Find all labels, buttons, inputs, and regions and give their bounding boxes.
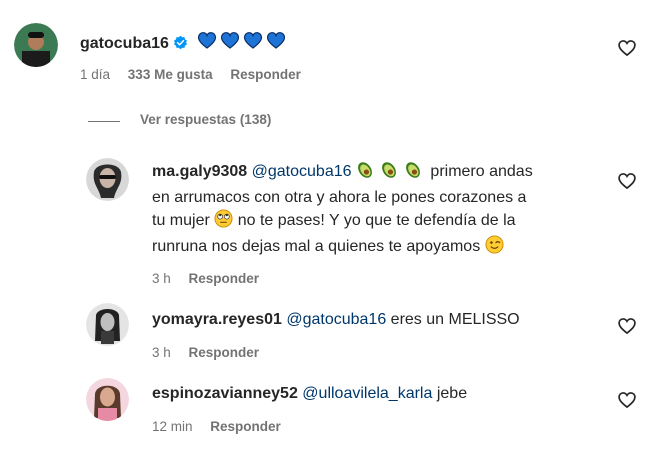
- main-comment-username[interactable]: gatocuba16: [80, 35, 169, 52]
- blue-heart-emoji: [197, 30, 287, 56]
- avatar-ma-galy9308[interactable]: [86, 158, 129, 201]
- avatar-gatocuba16[interactable]: [14, 23, 58, 67]
- reply-1-reply-button[interactable]: Responder: [189, 271, 260, 286]
- reply-1-content: ma.galy9308 @gatocuba16 primero andas en…: [152, 160, 622, 261]
- heart-outline-icon[interactable]: [617, 171, 637, 196]
- main-comment-reply-button[interactable]: Responder: [230, 67, 301, 82]
- heart-outline-icon[interactable]: [617, 316, 637, 341]
- reply-3-text: jebe: [436, 385, 468, 402]
- main-comment-time[interactable]: 1 día: [80, 67, 110, 82]
- avocado-emoji: [356, 160, 426, 186]
- reply-1-username[interactable]: ma.galy9308: [152, 163, 247, 180]
- reply-1-text-line4: runruna nos dejas mal a quienes te apoya…: [152, 238, 481, 255]
- reply-3-reply-button[interactable]: Responder: [210, 419, 281, 434]
- reply-2-username[interactable]: yomayra.reyes01: [152, 311, 282, 328]
- reply-2-text: eres un MELISSO: [390, 311, 520, 328]
- reply-2-content: yomayra.reyes01 @gatocuba16 eres un MELI…: [152, 308, 520, 331]
- heart-outline-icon[interactable]: [617, 38, 637, 63]
- reply-3-mention[interactable]: @ulloavilela_karla: [302, 385, 432, 402]
- avatar-espinozavianney52[interactable]: [86, 378, 129, 421]
- view-replies-label: Ver respuestas (138): [140, 112, 272, 127]
- wink-emoji: [485, 235, 504, 261]
- main-comment-likes[interactable]: 333 Me gusta: [128, 67, 213, 82]
- reply-1-meta: 3 h Responder: [152, 271, 259, 286]
- reply-2-reply-button[interactable]: Responder: [189, 345, 260, 360]
- reply-3-username[interactable]: espinozavianney52: [152, 385, 298, 402]
- reply-3-meta: 12 min Responder: [152, 419, 281, 434]
- main-comment-text: [197, 30, 287, 56]
- reply-1-time[interactable]: 3 h: [152, 271, 171, 286]
- reply-2-mention[interactable]: @gatocuba16: [286, 311, 386, 328]
- reply-1-text-line1: primero andas: [430, 163, 533, 180]
- main-comment-meta: 1 día 333 Me gusta Responder: [80, 67, 301, 82]
- view-replies-button[interactable]: Ver respuestas (138): [140, 112, 271, 127]
- view-replies-divider: [88, 121, 120, 122]
- reply-1-text-line2: en arrumacos con otra y ahora le pones c…: [152, 189, 527, 206]
- heart-outline-icon[interactable]: [617, 390, 637, 415]
- reply-2-meta: 3 h Responder: [152, 345, 259, 360]
- reply-3-time[interactable]: 12 min: [152, 419, 193, 434]
- reply-2-time[interactable]: 3 h: [152, 345, 171, 360]
- verified-badge-icon: [173, 35, 188, 55]
- reply-1-text-line3b: no te pases! Y yo que te defendía de la: [237, 212, 516, 229]
- avatar-yomayra-reyes01[interactable]: [86, 303, 129, 346]
- main-comment-header: gatocuba16: [80, 30, 287, 52]
- rolling-eyes-emoji: [214, 209, 233, 235]
- reply-1-mention[interactable]: @gatocuba16: [252, 163, 352, 180]
- reply-3-content: espinozavianney52 @ulloavilela_karla jeb…: [152, 382, 467, 405]
- reply-1-text-line3a: tu mujer: [152, 212, 210, 229]
